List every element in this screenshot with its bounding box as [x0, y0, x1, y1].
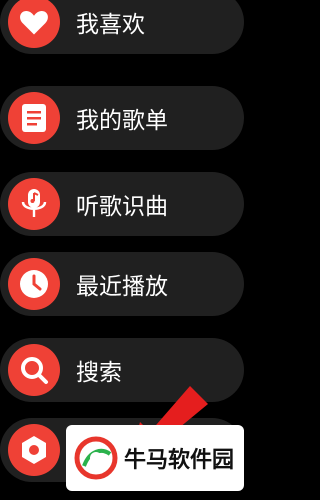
menu-item-label: 最近播放	[76, 274, 168, 300]
heart-icon	[8, 0, 60, 48]
menu-item-music-recognition[interactable]: 听歌识曲	[0, 172, 244, 236]
menu-item-recently-played[interactable]: 最近播放	[0, 252, 244, 316]
search-icon	[8, 344, 60, 396]
settings-icon	[8, 424, 60, 476]
clock-icon	[8, 258, 60, 310]
music-recognize-icon	[8, 178, 60, 230]
menu-item-label: 听歌识曲	[76, 194, 168, 220]
playlist-icon	[8, 92, 60, 144]
watermark-badge: 牛马软件园	[66, 425, 244, 491]
watermark-text: 牛马软件园	[124, 448, 235, 473]
menu-item-label: 我的歌单	[76, 108, 168, 134]
menu-item-label: 我喜欢	[76, 12, 145, 38]
menu-item-my-playlists[interactable]: 我的歌单	[0, 86, 244, 150]
watermark-logo-icon	[74, 436, 118, 480]
menu-item-favorites[interactable]: 我喜欢	[0, 0, 244, 54]
